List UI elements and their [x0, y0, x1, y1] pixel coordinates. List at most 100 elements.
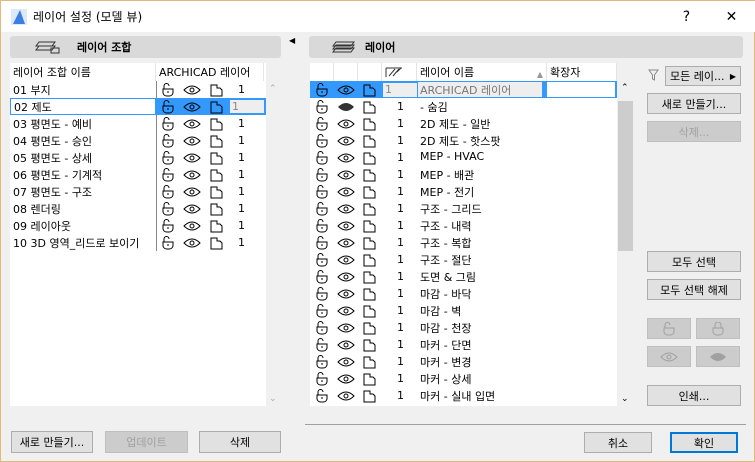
- unlock-button[interactable]: [647, 318, 691, 339]
- folder-icon[interactable]: [358, 303, 382, 318]
- layer-name[interactable]: MEP - HVAC: [418, 150, 484, 165]
- layer-row[interactable]: 1 마감 - 벽: [310, 302, 617, 319]
- folder-icon[interactable]: [205, 82, 229, 97]
- combination-row[interactable]: 06 평면도 - 기계적 1: [10, 166, 266, 183]
- new-layer-button[interactable]: 새로 만들기...: [647, 93, 741, 114]
- eye-icon[interactable]: [334, 269, 358, 284]
- unlock-icon[interactable]: [310, 252, 334, 267]
- intersection-group[interactable]: 1: [397, 151, 404, 165]
- eye-icon[interactable]: [334, 388, 358, 403]
- unlock-icon[interactable]: [310, 150, 334, 165]
- hide-button[interactable]: [696, 346, 740, 367]
- folder-icon[interactable]: [358, 150, 382, 165]
- intersection-group[interactable]: 1: [397, 202, 404, 216]
- layer-row[interactable]: 1 MEP - 배관: [310, 166, 617, 183]
- unlock-icon[interactable]: [310, 116, 334, 131]
- intersection-group[interactable]: 1: [397, 236, 404, 250]
- layer-combinations-list[interactable]: 레이어 조합 이름 ARCHICAD 레이어 01 부지 1 02 제도 1 0…: [10, 63, 266, 406]
- scroll-down-icon[interactable]: ⌄: [269, 394, 277, 404]
- combination-name[interactable]: 02 제도: [10, 98, 156, 115]
- unlock-icon[interactable]: [310, 303, 334, 318]
- new-combination-button[interactable]: 새로 만들기...: [11, 431, 93, 453]
- unlock-icon[interactable]: [156, 184, 180, 199]
- layer-name[interactable]: 마커 - 단면: [418, 337, 471, 352]
- unlock-icon[interactable]: [310, 320, 334, 335]
- eye-icon[interactable]: [180, 150, 204, 165]
- eye-icon[interactable]: [180, 235, 204, 250]
- layer-row[interactable]: 1 구조 - 그리드: [310, 200, 617, 217]
- unlock-icon[interactable]: [310, 235, 334, 250]
- unlock-icon[interactable]: [156, 99, 180, 114]
- folder-icon[interactable]: [358, 133, 382, 148]
- unlock-icon[interactable]: [156, 167, 180, 182]
- intersection-group[interactable]: 1: [397, 287, 404, 301]
- combination-row[interactable]: 02 제도 1: [10, 98, 266, 115]
- folder-icon[interactable]: [205, 167, 229, 182]
- combination-name[interactable]: 08 렌더링: [10, 200, 156, 217]
- scroll-down-icon[interactable]: ⌄: [621, 394, 629, 404]
- intersection-group[interactable]: 1: [397, 304, 404, 318]
- eye-icon[interactable]: [180, 167, 204, 182]
- layer-row[interactable]: 1 - 숨김: [310, 98, 617, 115]
- layer-row[interactable]: 1 2D 제도 - 핫스팟: [310, 132, 617, 149]
- unlock-icon[interactable]: [310, 388, 334, 403]
- folder-icon[interactable]: [358, 82, 382, 97]
- eye-icon[interactable]: [334, 337, 358, 352]
- layer-name[interactable]: - 숨김: [418, 99, 448, 114]
- unlock-icon[interactable]: [156, 235, 180, 250]
- unlock-icon[interactable]: [310, 133, 334, 148]
- eye-icon[interactable]: [180, 201, 204, 216]
- combination-name[interactable]: 04 평면도 - 승인: [10, 132, 156, 149]
- layer-name[interactable]: 마커 - 상세: [418, 371, 471, 386]
- help-button[interactable]: ?: [664, 1, 709, 32]
- layer-row[interactable]: 1 ARCHICAD 레이어: [310, 81, 617, 98]
- layer-name[interactable]: 구조 - 복합: [418, 235, 471, 250]
- eye-icon[interactable]: [180, 99, 204, 114]
- column-header-wireframe[interactable]: [358, 63, 382, 81]
- eye-icon[interactable]: [334, 218, 358, 233]
- update-button[interactable]: 업데이트: [105, 431, 188, 453]
- unlock-icon[interactable]: [156, 116, 180, 131]
- combination-row[interactable]: 05 평면도 - 상세 1: [10, 149, 266, 166]
- layer-row[interactable]: 1 마커 - 상세: [310, 370, 617, 387]
- eye-icon[interactable]: [334, 201, 358, 216]
- eye-icon[interactable]: [334, 82, 358, 97]
- unlock-icon[interactable]: [310, 184, 334, 199]
- eye-icon[interactable]: [334, 167, 358, 182]
- delete-layer-button[interactable]: 삭제...: [647, 121, 741, 142]
- column-header-visibility[interactable]: [334, 63, 358, 81]
- scroll-up-icon[interactable]: ⌃: [269, 84, 277, 94]
- layer-name[interactable]: 도면 & 그림: [418, 269, 476, 284]
- layer-row[interactable]: 1 2D 제도 - 일반: [310, 115, 617, 132]
- unlock-icon[interactable]: [310, 99, 334, 114]
- layer-name[interactable]: 구조 - 그리드: [418, 201, 482, 216]
- folder-icon[interactable]: [358, 184, 382, 199]
- intersection-group[interactable]: 1: [397, 100, 404, 114]
- folder-icon[interactable]: [358, 286, 382, 301]
- eye-icon[interactable]: [180, 133, 204, 148]
- folder-icon[interactable]: [205, 184, 229, 199]
- eye-icon[interactable]: [334, 252, 358, 267]
- eye-icon[interactable]: [334, 354, 358, 369]
- folder-icon[interactable]: [205, 201, 229, 216]
- unlock-icon[interactable]: [156, 82, 180, 97]
- show-button[interactable]: [647, 346, 691, 367]
- folder-icon[interactable]: [358, 337, 382, 352]
- folder-icon[interactable]: [358, 218, 382, 233]
- layer-name[interactable]: 마감 - 바닥: [418, 286, 471, 301]
- cancel-button[interactable]: 취소: [584, 432, 652, 453]
- print-button[interactable]: 인쇄...: [647, 385, 741, 406]
- layer-filter-dropdown[interactable]: 모든 레이... ▶: [665, 66, 741, 86]
- intersection-group[interactable]: 1: [397, 168, 404, 182]
- combination-row[interactable]: 04 평면도 - 승인 1: [10, 132, 266, 149]
- unlock-icon[interactable]: [156, 201, 180, 216]
- column-header-archicad-layers[interactable]: ARCHICAD 레이어: [156, 63, 264, 81]
- layer-row[interactable]: 1 구조 - 절단: [310, 251, 617, 268]
- combination-name[interactable]: 03 평면도 - 예비: [10, 115, 156, 132]
- layer-row[interactable]: 1 마커 - 변경: [310, 353, 617, 370]
- eye-icon[interactable]: [180, 184, 204, 199]
- lock-button[interactable]: [696, 318, 740, 339]
- layer-name[interactable]: MEP - 배관: [418, 167, 474, 182]
- unlock-icon[interactable]: [310, 337, 334, 352]
- layer-row[interactable]: 1 구조 - 복합: [310, 234, 617, 251]
